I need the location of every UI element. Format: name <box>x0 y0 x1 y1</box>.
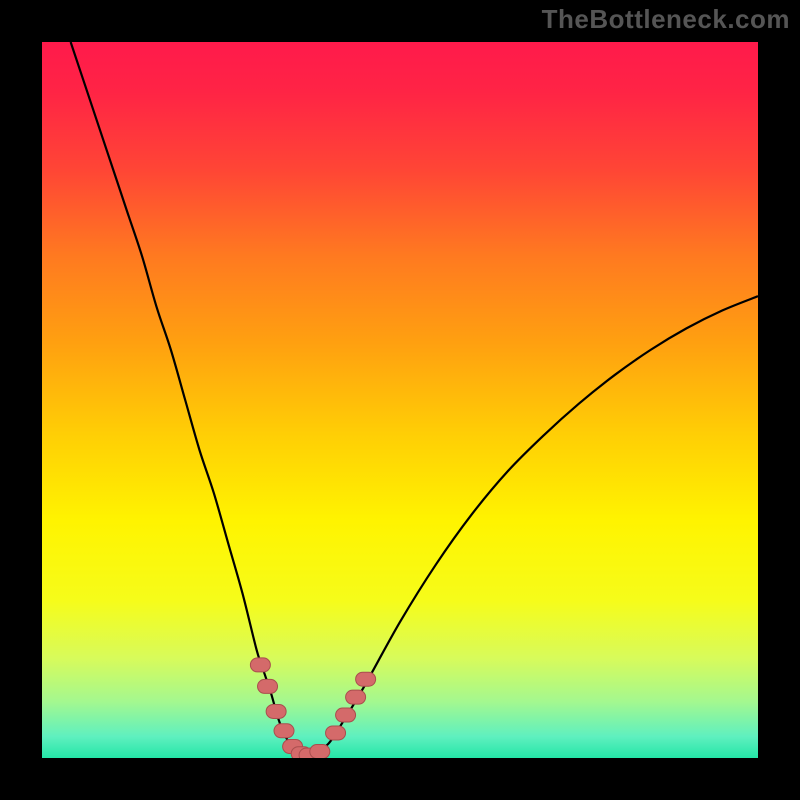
highlight-marker <box>336 708 356 722</box>
highlight-marker <box>266 704 286 718</box>
bottleneck-chart <box>0 0 800 800</box>
chart-container: TheBottleneck.com <box>0 0 800 800</box>
highlight-marker <box>326 726 346 740</box>
highlight-marker <box>274 724 294 738</box>
highlight-marker <box>258 679 278 693</box>
highlight-marker <box>346 690 366 704</box>
chart-gradient-background <box>42 42 758 758</box>
highlight-marker <box>250 658 270 672</box>
highlight-marker <box>310 745 330 759</box>
highlight-marker <box>356 672 376 686</box>
